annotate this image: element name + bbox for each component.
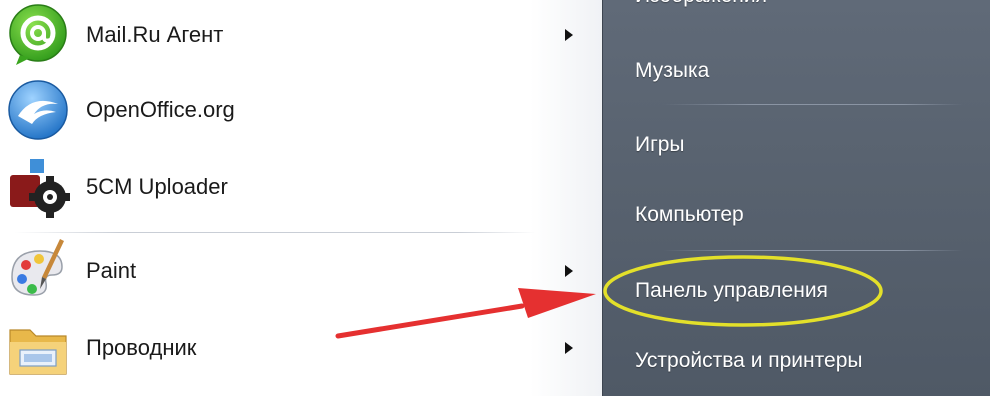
- menu-separator: [663, 104, 963, 105]
- program-item-explorer[interactable]: Проводник: [0, 313, 600, 383]
- program-label: Mail.Ru Агент: [86, 22, 224, 47]
- openoffice-icon: [6, 78, 70, 142]
- uploader-icon: [6, 155, 71, 219]
- program-item-openoffice[interactable]: OpenOffice.org: [0, 75, 600, 145]
- submenu-arrow-icon[interactable]: [565, 29, 573, 41]
- mailru-agent-icon: [6, 3, 70, 67]
- place-item-pictures[interactable]: Изображения: [635, 0, 767, 8]
- explorer-folder-icon: [6, 316, 70, 380]
- place-item-games[interactable]: Игры: [635, 133, 685, 157]
- submenu-arrow-icon[interactable]: [565, 342, 573, 354]
- paint-palette-icon: [6, 239, 70, 303]
- program-label: Проводник: [86, 335, 197, 360]
- submenu-arrow-icon[interactable]: [565, 265, 573, 277]
- program-item-mailru-agent[interactable]: Mail.Ru Агент: [0, 0, 600, 70]
- start-menu-places-pane: Изображения Музыка Игры Компьютер Панель…: [602, 0, 990, 396]
- menu-separator: [663, 250, 963, 251]
- program-label: OpenOffice.org: [86, 97, 235, 122]
- place-item-music[interactable]: Музыка: [635, 59, 709, 83]
- menu-separator: [14, 232, 536, 233]
- program-label: 5CM Uploader: [86, 174, 228, 199]
- program-item-5cm-uploader[interactable]: 5CM Uploader: [0, 152, 600, 222]
- program-item-paint[interactable]: Paint: [0, 236, 600, 306]
- place-item-devices-printers[interactable]: Устройства и принтеры: [635, 349, 862, 373]
- program-label: Paint: [86, 258, 137, 283]
- place-item-computer[interactable]: Компьютер: [635, 203, 744, 227]
- place-item-control-panel[interactable]: Панель управления: [635, 279, 828, 303]
- start-menu-programs-pane: Mail.Ru Агент OpenOffice.org 5CM Uploade…: [0, 0, 602, 396]
